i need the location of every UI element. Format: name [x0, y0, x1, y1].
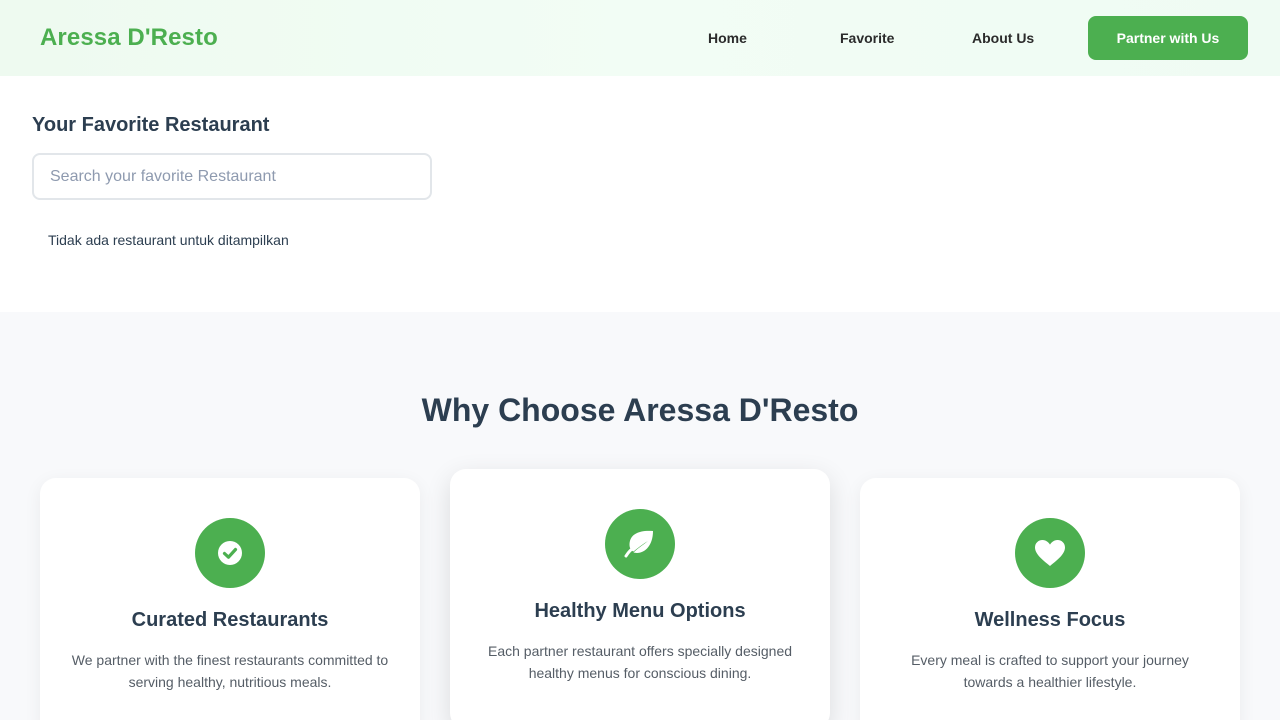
- why-choose-section: Why Choose Aressa D'Resto Curated Restau…: [0, 312, 1280, 720]
- search-input[interactable]: [32, 153, 432, 200]
- feature-card-title: Curated Restaurants: [131, 609, 329, 631]
- heart-icon: [1015, 518, 1085, 588]
- empty-state-message: Tidak ada restaurant untuk ditampilkan: [48, 232, 289, 248]
- nav-link-home[interactable]: Home: [708, 30, 747, 46]
- brand-logo[interactable]: Aressa D'Resto: [40, 24, 218, 52]
- leaf-icon: [605, 509, 675, 579]
- partner-with-us-button[interactable]: Partner with Us: [1088, 16, 1248, 60]
- feature-card-description: Every meal is crafted to support your jo…: [911, 652, 1189, 690]
- feature-card-title: Healthy Menu Options: [534, 600, 746, 622]
- nav-link-about-us[interactable]: About Us: [972, 30, 1034, 46]
- feature-card-healthy-menu: Healthy Menu Options Each partner restau…: [450, 469, 830, 720]
- navbar: Aressa D'Resto Home Favorite About Us Pa…: [0, 0, 1280, 76]
- feature-card-description: We partner with the finest restaurants c…: [71, 652, 389, 690]
- nav-link-favorite[interactable]: Favorite: [840, 30, 894, 46]
- check-circle-icon: [195, 518, 265, 588]
- feature-card-description: Each partner restaurant offers specially…: [487, 643, 793, 681]
- favorite-section: Your Favorite Restaurant Tidak ada resta…: [0, 76, 1280, 312]
- feature-card-title: Wellness Focus: [974, 609, 1126, 631]
- feature-card-wellness: Wellness Focus Every meal is crafted to …: [860, 478, 1240, 720]
- favorite-section-title: Your Favorite Restaurant: [32, 114, 270, 136]
- feature-card-curated: Curated Restaurants We partner with the …: [40, 478, 420, 720]
- why-choose-title: Why Choose Aressa D'Resto: [421, 392, 859, 428]
